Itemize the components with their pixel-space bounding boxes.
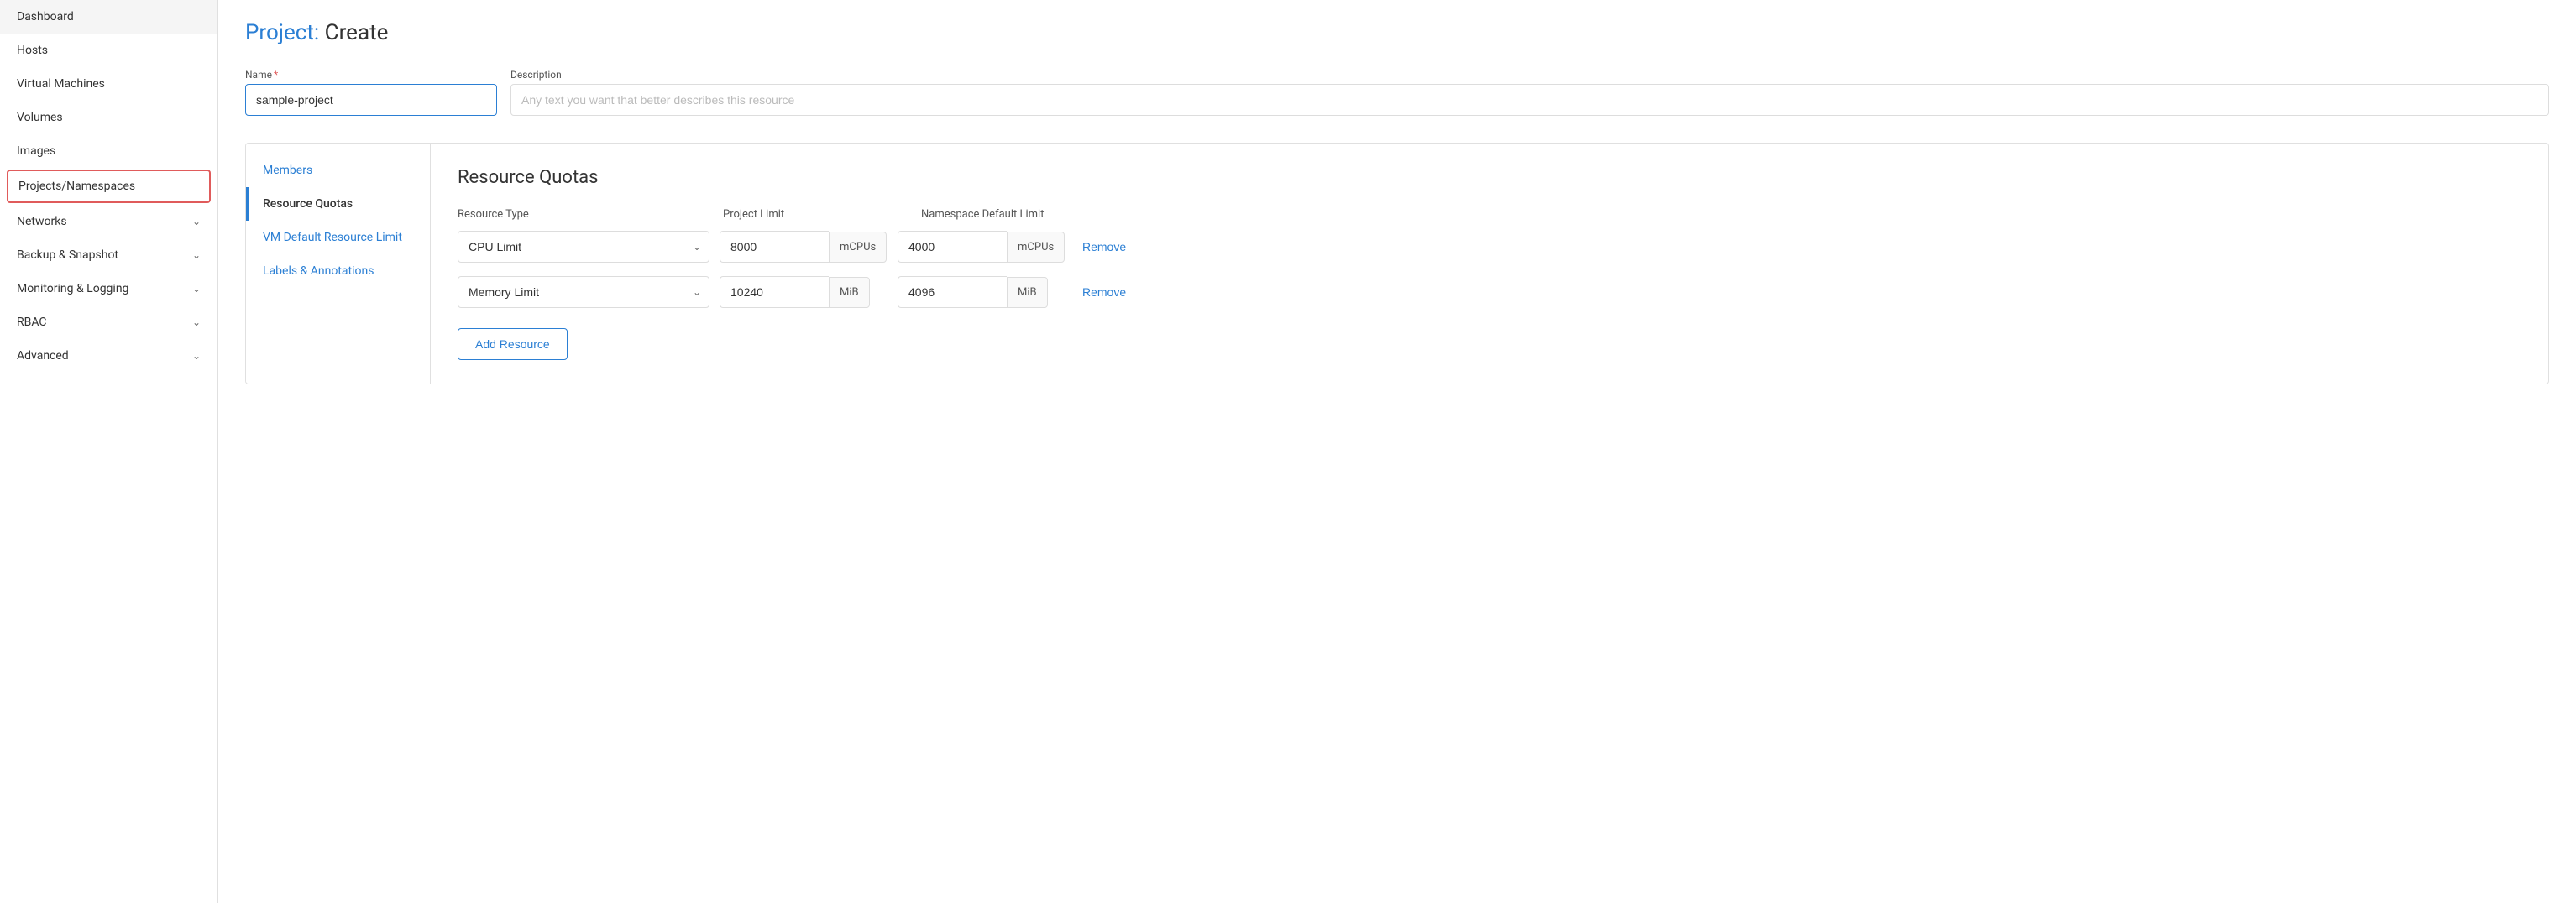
sidebar-item-volumes[interactable]: Volumes — [0, 101, 217, 134]
project-form: Name* Description — [245, 69, 2549, 116]
sidebar-item-label: Virtual Machines — [17, 77, 105, 91]
sidebar-item-rbac[interactable]: RBAC ⌄ — [0, 305, 217, 339]
page-title: Project: Create — [245, 20, 2549, 45]
chevron-down-icon: ⌄ — [192, 216, 201, 227]
sidebar-item-label: Images — [17, 144, 55, 158]
name-field: Name* — [245, 69, 497, 116]
sidebar-item-label: Advanced — [17, 349, 69, 363]
sidebar-item-projects-namespaces[interactable]: Projects/Namespaces — [7, 170, 211, 203]
description-input[interactable] — [510, 84, 2549, 116]
chevron-down-icon: ⌄ — [192, 283, 201, 295]
name-input[interactable] — [245, 84, 497, 116]
chevron-down-icon: ⌄ — [192, 249, 201, 261]
sidebar-item-hosts[interactable]: Hosts — [0, 34, 217, 67]
col-header-namespace-default: Namespace Default Limit — [921, 208, 1156, 221]
resource-type-select-memory[interactable]: CPU Limit Memory Limit — [458, 276, 709, 308]
sidebar-item-label: Hosts — [17, 44, 48, 57]
quota-row-cpu: CPU Limit Memory Limit ⌄ mCPUs mCPUs Rem… — [458, 231, 2521, 263]
namespace-default-unit-cpu: mCPUs — [1007, 232, 1065, 263]
project-limit-unit-memory: MiB — [829, 277, 870, 308]
quotas-title: Resource Quotas — [458, 167, 2521, 188]
quotas-panel: Resource Quotas Resource Type Project Li… — [431, 144, 2548, 384]
namespace-default-input-memory[interactable] — [898, 276, 1007, 308]
sidebar-item-label: Dashboard — [17, 10, 74, 23]
sidebar-item-monitoring-logging[interactable]: Monitoring & Logging ⌄ — [0, 272, 217, 305]
project-limit-input-memory[interactable] — [720, 276, 829, 308]
sidebar-item-images[interactable]: Images — [0, 134, 217, 168]
quota-row-memory: CPU Limit Memory Limit ⌄ MiB MiB Remove — [458, 276, 2521, 308]
resource-type-select-wrapper-cpu: CPU Limit Memory Limit ⌄ — [458, 231, 709, 263]
sub-nav-members[interactable]: Members — [246, 154, 430, 187]
sidebar-item-advanced[interactable]: Advanced ⌄ — [0, 339, 217, 373]
namespace-default-group-cpu: mCPUs — [898, 231, 1065, 263]
sidebar: Dashboard Hosts Virtual Machines Volumes… — [0, 0, 218, 903]
quotas-table-header: Resource Type Project Limit Namespace De… — [458, 208, 2521, 221]
add-resource-button[interactable]: Add Resource — [458, 328, 568, 360]
sidebar-item-label: Backup & Snapshot — [17, 248, 118, 262]
sidebar-item-label: RBAC — [17, 316, 47, 329]
namespace-default-input-cpu[interactable] — [898, 231, 1007, 263]
project-limit-unit-cpu: mCPUs — [829, 232, 887, 263]
sub-nav-labels-annotations[interactable]: Labels & Annotations — [246, 254, 430, 288]
sidebar-item-label: Projects/Namespaces — [18, 180, 135, 193]
sidebar-item-dashboard[interactable]: Dashboard — [0, 0, 217, 34]
sub-nav-resource-quotas[interactable]: Resource Quotas — [246, 187, 430, 221]
sidebar-item-label: Networks — [17, 215, 67, 228]
sub-nav: Members Resource Quotas VM Default Resou… — [246, 144, 431, 384]
remove-button-memory[interactable]: Remove — [1076, 282, 1133, 302]
description-label: Description — [510, 69, 2549, 81]
project-limit-group-memory: MiB — [720, 276, 887, 308]
col-header-resource-type: Resource Type — [458, 208, 709, 221]
namespace-default-group-memory: MiB — [898, 276, 1065, 308]
sidebar-item-networks[interactable]: Networks ⌄ — [0, 205, 217, 238]
name-label: Name* — [245, 69, 497, 81]
col-header-project-limit: Project Limit — [723, 208, 908, 221]
resource-type-select-wrapper-memory: CPU Limit Memory Limit ⌄ — [458, 276, 709, 308]
chevron-down-icon: ⌄ — [192, 350, 201, 362]
description-field: Description — [510, 69, 2549, 116]
sidebar-item-backup-snapshot[interactable]: Backup & Snapshot ⌄ — [0, 238, 217, 272]
namespace-default-unit-memory: MiB — [1007, 277, 1048, 308]
chevron-down-icon: ⌄ — [192, 316, 201, 328]
remove-button-cpu[interactable]: Remove — [1076, 237, 1133, 257]
sidebar-item-label: Volumes — [17, 111, 63, 124]
sidebar-item-label: Monitoring & Logging — [17, 282, 128, 295]
main-content: Project: Create Name* Description Member… — [218, 0, 2576, 903]
content-area: Members Resource Quotas VM Default Resou… — [245, 143, 2549, 384]
project-limit-group-cpu: mCPUs — [720, 231, 887, 263]
resource-type-select-cpu[interactable]: CPU Limit Memory Limit — [458, 231, 709, 263]
sub-nav-vm-default[interactable]: VM Default Resource Limit — [246, 221, 430, 254]
project-limit-input-cpu[interactable] — [720, 231, 829, 263]
sidebar-item-virtual-machines[interactable]: Virtual Machines — [0, 67, 217, 101]
